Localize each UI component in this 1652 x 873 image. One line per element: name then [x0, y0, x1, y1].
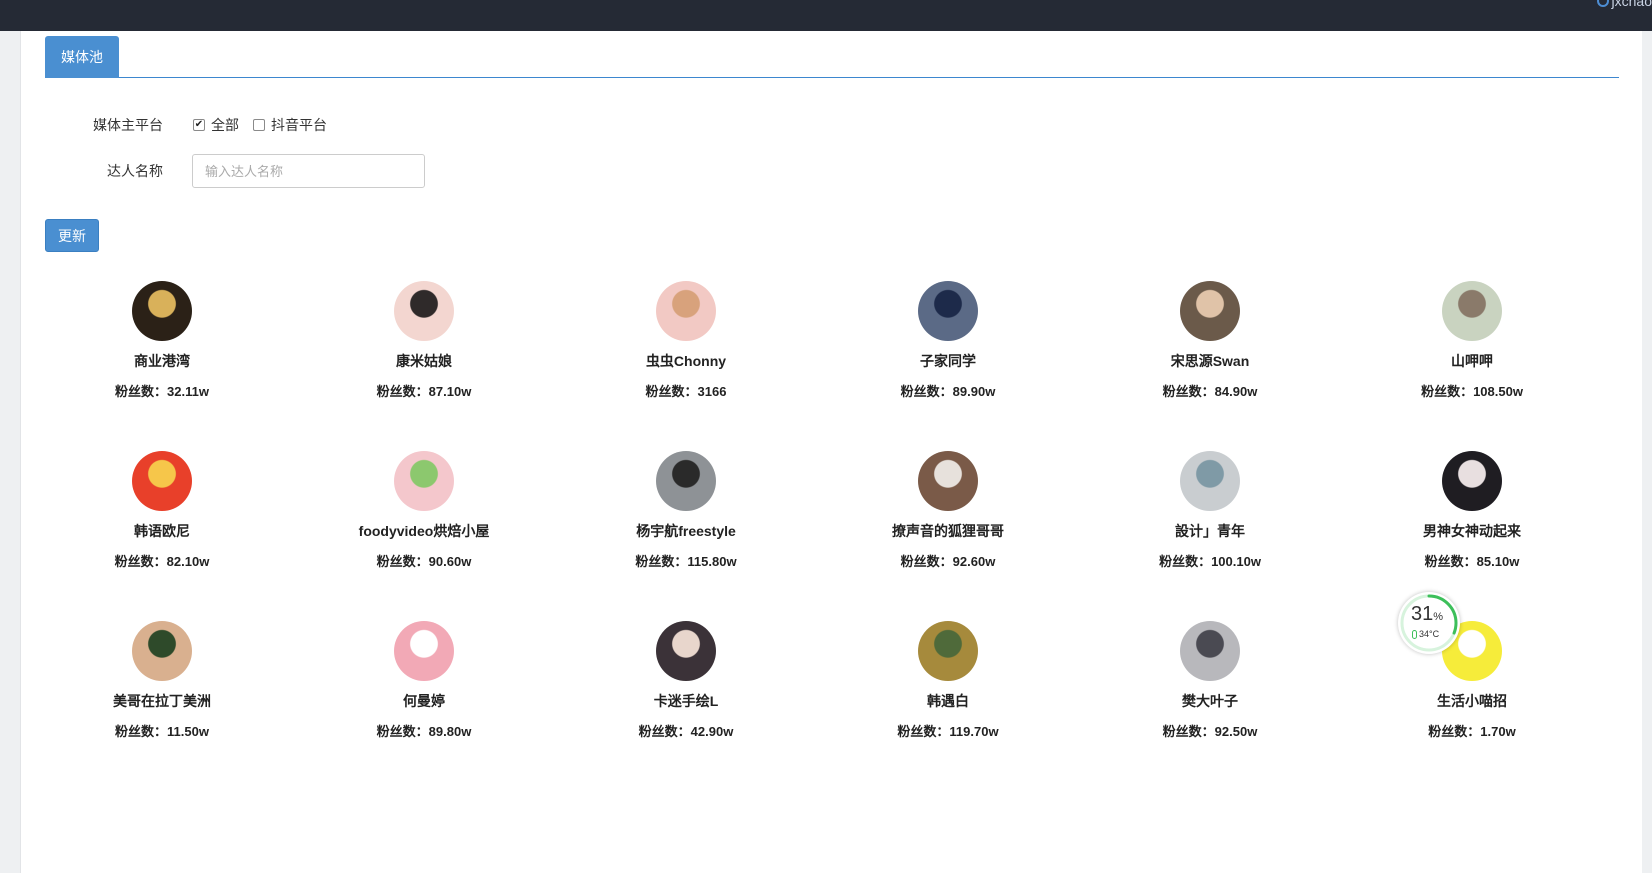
influencer-card[interactable]: 子家同学粉丝数：89.90w — [817, 281, 1079, 451]
platform-label: 媒体主平台 — [93, 117, 163, 133]
user-icon — [1596, 0, 1609, 7]
fan-count: 粉丝数：32.11w — [115, 384, 209, 399]
avatar[interactable] — [132, 621, 192, 681]
fan-count: 粉丝数：84.90w — [1162, 384, 1258, 399]
influencer-card[interactable]: 宋思源Swan 粉丝数：84.90w — [1079, 281, 1341, 451]
username: jxchao — [1611, 0, 1652, 9]
fan-count: 粉丝数：100.10w — [1159, 554, 1261, 569]
avatar[interactable] — [1180, 281, 1240, 341]
fan-count: 粉丝数：87.10w — [376, 384, 472, 399]
avatar[interactable] — [1442, 281, 1502, 341]
influencer-card[interactable]: 設计」青年粉丝数：100.10w — [1079, 451, 1341, 621]
influencer-card[interactable]: 韩遇白粉丝数：119.70w — [817, 621, 1079, 791]
platform-option-douyin[interactable]: 抖音平台 — [253, 115, 327, 135]
influencer-card[interactable]: 撩声音的狐狸哥哥粉丝数：92.60w — [817, 451, 1079, 621]
fan-count: 粉丝数：82.10w — [114, 554, 210, 569]
fan-count: 粉丝数：108.50w — [1421, 384, 1523, 399]
influencer-name-input[interactable] — [192, 154, 425, 188]
fan-count: 粉丝数：92.60w — [900, 554, 996, 569]
influencer-card[interactable]: 杨宇航freestyle 粉丝数：115.80w — [555, 451, 817, 621]
fan-count: 粉丝数：89.80w — [376, 724, 472, 739]
refresh-button[interactable]: 更新 — [45, 219, 99, 252]
influencer-name[interactable]: 商业港湾 — [134, 351, 190, 371]
fan-count: 粉丝数：42.90w — [638, 724, 734, 739]
influencer-name[interactable]: 何曼婷 — [403, 691, 445, 711]
name-label: 达人名称 — [107, 163, 163, 179]
media-pool-panel: 媒体池 媒体主平台 ✔ 全部 抖音平台 达人名称 更新 商业港湾粉丝数：32.1… — [20, 31, 1642, 873]
avatar[interactable] — [656, 281, 716, 341]
avatar[interactable] — [394, 621, 454, 681]
influencer-name[interactable]: 美哥在拉丁美洲 — [113, 691, 211, 711]
option-label-douyin: 抖音平台 — [271, 117, 327, 133]
platform-option-all[interactable]: ✔ 全部 — [193, 115, 239, 135]
top-navbar: jxchao — [0, 0, 1652, 31]
influencer-grid: 商业港湾 粉丝数：32.11w 康米姑娘 粉丝数：87.10w 虫虫Chonny 粉丝数：… — [31, 281, 1603, 791]
fan-count: 粉丝数：115.80w — [635, 554, 737, 569]
tab-media-pool[interactable]: 媒体池 — [45, 36, 119, 78]
influencer-name[interactable]: 生活小喵招 — [1437, 691, 1507, 711]
fan-count: 粉丝数：119.70w — [897, 724, 999, 739]
fan-count: 粉丝数：3166 — [645, 384, 727, 399]
influencer-name[interactable]: 韩遇白 — [927, 691, 969, 711]
usage-percent: 31% — [1411, 603, 1444, 625]
avatar[interactable] — [918, 281, 978, 341]
fan-count: 粉丝数：11.50w — [115, 724, 209, 739]
influencer-name[interactable]: 樊大叶子 — [1182, 691, 1238, 711]
temperature-readout: 34°C — [1412, 629, 1439, 639]
option-label-all: 全部 — [211, 117, 239, 133]
influencer-name[interactable]: foodyvideo烘焙小屋 — [359, 521, 490, 541]
avatar[interactable] — [918, 621, 978, 681]
thermometer-icon — [1412, 629, 1417, 639]
fan-count: 粉丝数：92.50w — [1162, 724, 1258, 739]
fan-count: 粉丝数：89.90w — [900, 384, 996, 399]
influencer-name[interactable]: 韩语欧尼 — [134, 521, 190, 541]
avatar[interactable] — [394, 281, 454, 341]
influencer-name[interactable]: 子家同学 — [920, 351, 976, 371]
influencer-name[interactable]: 杨宇航freestyle — [636, 521, 736, 541]
influencer-card[interactable]: 生活小喵招粉丝数：1.70w — [1341, 621, 1603, 791]
influencer-card[interactable]: 韩语欧尼粉丝数：82.10w — [31, 451, 293, 621]
avatar[interactable] — [132, 451, 192, 511]
avatar[interactable] — [656, 451, 716, 511]
influencer-name[interactable]: 撩声音的狐狸哥哥 — [892, 521, 1004, 541]
influencer-card[interactable]: 山呷呷粉丝数：108.50w — [1341, 281, 1603, 451]
checkbox-all[interactable]: ✔ — [193, 119, 205, 131]
influencer-card[interactable]: 康米姑娘粉丝数：87.10w — [293, 281, 555, 451]
avatar[interactable] — [132, 281, 192, 341]
influencer-card[interactable]: 男神女神动起来粉丝数：85.10w — [1341, 451, 1603, 621]
avatar[interactable] — [1442, 451, 1502, 511]
avatar[interactable] — [918, 451, 978, 511]
influencer-card[interactable]: 商业港湾粉丝数：32.11w — [31, 281, 293, 451]
fan-count: 粉丝数：1.70w — [1428, 724, 1516, 739]
avatar[interactable] — [1180, 621, 1240, 681]
fan-count: 粉丝数：90.60w — [376, 554, 472, 569]
influencer-name[interactable]: 設计」青年 — [1175, 521, 1245, 541]
influencer-card[interactable]: 美哥在拉丁美洲粉丝数：11.50w — [31, 621, 293, 791]
user-menu[interactable]: jxchao — [1596, 0, 1652, 9]
platform-filter-row: 媒体主平台 ✔ 全部 抖音平台 — [21, 115, 327, 135]
influencer-name[interactable]: 康米姑娘 — [396, 351, 452, 371]
influencer-name[interactable]: 宋思源Swan — [1171, 351, 1250, 371]
influencer-card[interactable]: 卡迷手绘L 粉丝数：42.90w — [555, 621, 817, 791]
tab-bar: 媒体池 — [45, 36, 1619, 78]
influencer-card[interactable]: foodyvideo烘焙小屋粉丝数：90.60w — [293, 451, 555, 621]
influencer-name[interactable]: 卡迷手绘L — [654, 691, 719, 711]
influencer-name[interactable]: 男神女神动起来 — [1423, 521, 1521, 541]
avatar[interactable] — [656, 621, 716, 681]
avatar[interactable] — [394, 451, 454, 511]
influencer-name[interactable]: 虫虫Chonny — [646, 351, 726, 371]
checkbox-douyin[interactable] — [253, 119, 265, 131]
influencer-card[interactable]: 虫虫Chonny 粉丝数：3166 — [555, 281, 817, 451]
influencer-name[interactable]: 山呷呷 — [1451, 351, 1493, 371]
name-filter-row: 达人名称 — [21, 154, 425, 188]
fan-count: 粉丝数：85.10w — [1424, 554, 1520, 569]
influencer-card[interactable]: 何曼婷粉丝数：89.80w — [293, 621, 555, 791]
cpu-usage-widget[interactable]: 31% 34°C — [1398, 592, 1460, 654]
influencer-card[interactable]: 樊大叶子粉丝数：92.50w — [1079, 621, 1341, 791]
avatar[interactable] — [1180, 451, 1240, 511]
